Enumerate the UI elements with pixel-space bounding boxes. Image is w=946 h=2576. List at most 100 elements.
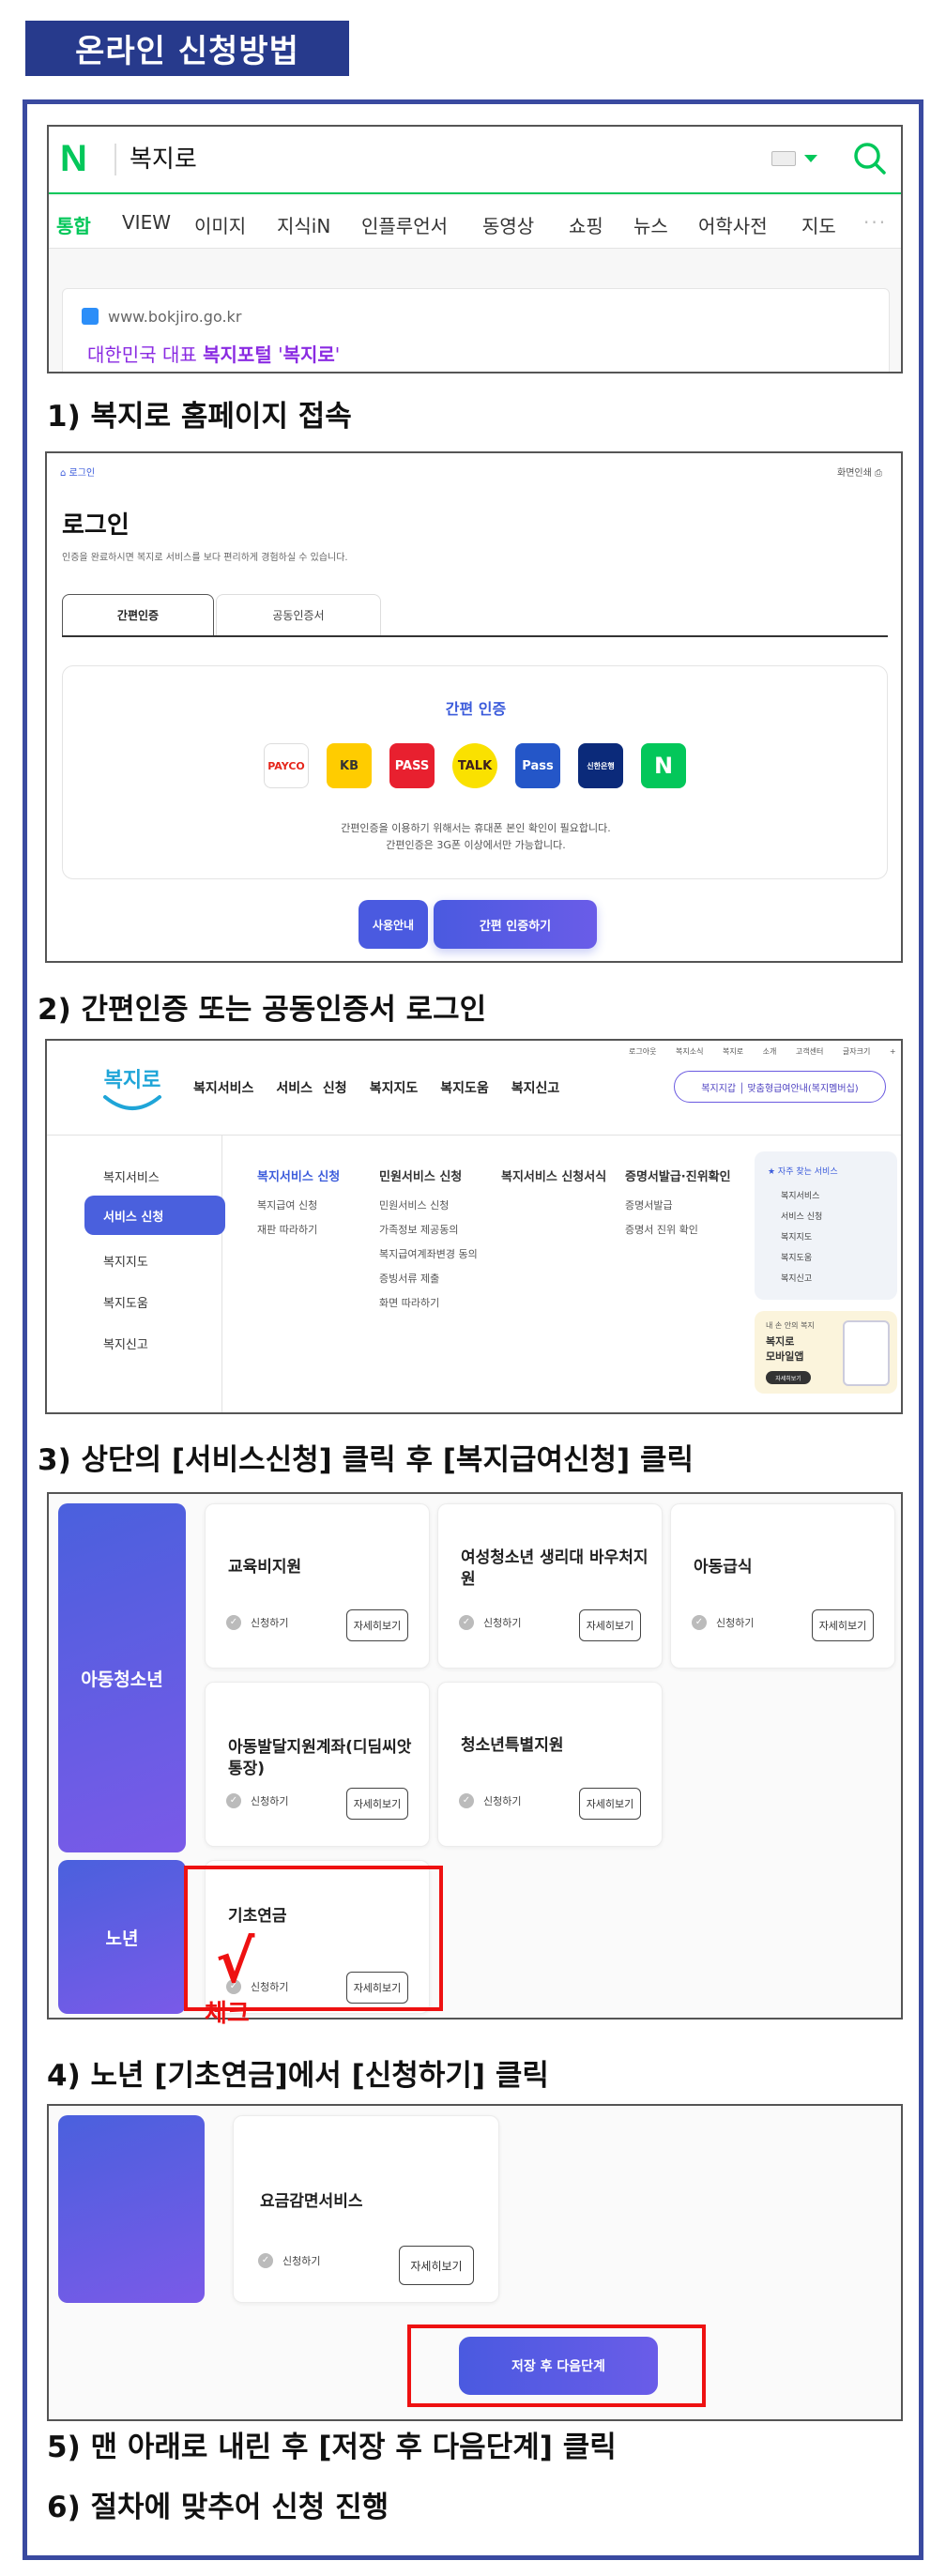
result-title-bold: 복지포털: [203, 343, 272, 366]
tab-dictionary[interactable]: 어학사전: [698, 211, 768, 238]
favorite-link[interactable]: 복지도움: [781, 1251, 812, 1263]
news-link[interactable]: 복지소식: [676, 1047, 703, 1056]
menu-welfare-benefit-apply[interactable]: 복지급여 신청: [257, 1197, 340, 1212]
login-panel: ⌂ 로그인 화면인쇄 ⎙ 로그인 인증을 완료하시면 복지로 서비스를 보다 편…: [45, 451, 903, 963]
search-input[interactable]: 복지로: [130, 140, 197, 175]
print-button[interactable]: 화면인쇄 ⎙: [837, 465, 882, 479]
font-increase-button[interactable]: +: [890, 1047, 896, 1056]
tab-image[interactable]: 이미지: [194, 211, 246, 238]
naver-logo[interactable]: N: [60, 138, 87, 180]
detail-button[interactable]: 자세히보기: [579, 1609, 641, 1641]
about-link[interactable]: 복지로 소개: [723, 1047, 776, 1056]
tab-shopping[interactable]: 쇼핑: [569, 211, 603, 238]
card-education[interactable]: 교육비지원 ✓ 신청하기 자세히보기: [205, 1503, 430, 1669]
guide-button[interactable]: 사용안내: [359, 900, 428, 949]
tab-video[interactable]: 동영상: [482, 211, 534, 238]
menu-link[interactable]: 민원서비스 신청: [379, 1197, 478, 1212]
menu-link[interactable]: 재판 따라하기: [257, 1222, 340, 1237]
side-item-service-apply[interactable]: 서비스 신청: [84, 1196, 225, 1235]
menu-link[interactable]: 증빙서류 제출: [379, 1271, 478, 1286]
side-item-map[interactable]: 복지지도: [103, 1252, 148, 1270]
menu-head[interactable]: 복지서비스 신청: [257, 1166, 340, 1184]
promo-text: 내 손 안의 복지: [766, 1321, 815, 1330]
apply-checkbox[interactable]: ✓ 신청하기: [692, 1615, 754, 1630]
tab-news[interactable]: 뉴스: [633, 211, 668, 238]
gnb-welfare-help[interactable]: 복지도움: [440, 1081, 489, 1096]
shinhan-icon[interactable]: 신한은행: [578, 743, 623, 788]
favorite-link[interactable]: 복지서비스: [781, 1189, 819, 1201]
detail-button[interactable]: 자세히보기: [399, 2246, 474, 2285]
menu-link[interactable]: 증명서발급: [625, 1197, 731, 1212]
tab-influencer[interactable]: 인플루언서: [361, 211, 448, 238]
category-elder[interactable]: 노년: [58, 1860, 186, 2014]
result-title-bold: 복지로: [282, 343, 335, 366]
bokjiro-logo[interactable]: 복지로: [98, 1063, 167, 1121]
more-icon[interactable]: ···: [863, 211, 887, 234]
detail-button[interactable]: 자세히보기: [812, 1609, 874, 1641]
card-youth-special[interactable]: 청소년특별지원 ✓ 신청하기 자세히보기: [437, 1682, 663, 1847]
detail-button[interactable]: 자세히보기: [579, 1788, 641, 1820]
wallet-pill[interactable]: 복지지갑 │ 맞춤형급여안내(복지멤버십): [674, 1071, 886, 1103]
favorite-link[interactable]: 복지지도: [781, 1230, 812, 1242]
support-link[interactable]: 고객센터: [796, 1047, 823, 1056]
keyboard-icon[interactable]: [771, 151, 796, 166]
gnb-welfare-map[interactable]: 복지지도: [370, 1081, 419, 1096]
menu-link[interactable]: 화면 따라하기: [379, 1295, 478, 1310]
apply-checkbox[interactable]: ✓ 신청하기: [459, 1793, 521, 1808]
pass-bank-icon[interactable]: Pass: [515, 743, 560, 788]
detail-button[interactable]: 자세히보기: [346, 1609, 408, 1641]
naver-auth-icon[interactable]: N: [641, 743, 686, 788]
step-2-label: 2) 간편인증 또는 공동인증서 로그인: [38, 993, 487, 1027]
menu-head[interactable]: 증명서발급·진위확인: [625, 1166, 731, 1184]
kakaotalk-icon[interactable]: TALK: [452, 743, 497, 788]
breadcrumb-label: 로그인: [69, 468, 96, 479]
search-result-card[interactable]: www.bokjiro.go.kr 대한민국 대표 복지포털 '복지로': [62, 288, 890, 372]
menu-head[interactable]: 민원서비스 신청: [379, 1166, 478, 1184]
promo-more-button[interactable]: 자세히보기: [766, 1371, 811, 1384]
apply-checkbox[interactable]: ✓ 신청하기: [226, 1793, 288, 1808]
detail-button[interactable]: 자세히보기: [346, 1788, 408, 1820]
breadcrumb[interactable]: ⌂ 로그인: [60, 465, 95, 479]
pass-icon[interactable]: PASS: [389, 743, 435, 788]
payco-icon[interactable]: PAYCO: [264, 743, 309, 788]
tab-kin[interactable]: 지식iN: [277, 211, 330, 238]
gnb-welfare-service[interactable]: 복지서비스: [193, 1081, 253, 1096]
category-cards-panel: 아동청소년 노년 교육비지원 ✓ 신청하기 자세히보기 여성청소년 생리대 바우처…: [47, 1492, 903, 2020]
logout-link[interactable]: 로그아웃: [629, 1047, 656, 1056]
favorite-link[interactable]: 복지신고: [781, 1272, 812, 1284]
card-meals[interactable]: 아동급식 ✓ 신청하기 자세히보기: [670, 1503, 895, 1669]
menu-link[interactable]: 증명서 진위 확인: [625, 1222, 731, 1237]
phone-image: [843, 1320, 890, 1386]
menu-head[interactable]: 복지서비스 신청서식: [501, 1166, 606, 1184]
card-sanitary[interactable]: 여성청소년 생리대 바우처지원 ✓ 신청하기 자세히보기: [437, 1503, 663, 1669]
side-item-welfare[interactable]: 복지서비스: [103, 1167, 160, 1185]
apply-checkbox[interactable]: ✓ 신청하기: [258, 2253, 320, 2268]
menu-link[interactable]: 복지급여계좌변경 동의: [379, 1246, 478, 1261]
apply-checkbox[interactable]: ✓ 신청하기: [226, 1615, 288, 1630]
card-fee-reduction[interactable]: 요금감면서비스 ✓ 신청하기 자세히보기: [233, 2115, 499, 2303]
tab-integrated[interactable]: 통합: [56, 211, 91, 238]
side-item-report[interactable]: 복지신고: [103, 1334, 148, 1352]
mobile-app-promo[interactable]: 내 손 안의 복지 복지로 모바일앱 자세히보기: [755, 1311, 897, 1394]
apply-checkbox[interactable]: ✓ 신청하기: [459, 1615, 521, 1630]
auth-note-2: 간편인증은 3G폰 이상에서만 가능합니다.: [386, 839, 566, 851]
tab-view[interactable]: VIEW: [122, 211, 171, 234]
card-didim[interactable]: 아동발달지원계좌(디딤씨앗통장) ✓ 신청하기 자세히보기: [205, 1682, 430, 1847]
result-title[interactable]: 대한민국 대표 복지포털 '복지로': [87, 340, 340, 367]
menu-link[interactable]: 가족정보 제공동의: [379, 1222, 478, 1237]
side-nav: 복지서비스 서비스 신청 복지지도 복지도움 복지신고: [47, 1136, 225, 1412]
gnb-welfare-report[interactable]: 복지신고: [511, 1081, 560, 1096]
chevron-down-icon[interactable]: [804, 155, 817, 162]
check-icon: ✓: [459, 1615, 474, 1630]
tab-simple-auth[interactable]: 간편인증: [62, 594, 214, 635]
simple-auth-button[interactable]: 간편 인증하기: [434, 900, 597, 949]
side-item-help[interactable]: 복지도움: [103, 1293, 148, 1311]
search-icon[interactable]: [851, 140, 889, 177]
tab-map[interactable]: 지도: [801, 211, 836, 238]
favorite-link[interactable]: 서비스 신청: [781, 1210, 822, 1222]
tab-certificate[interactable]: 공동인증서: [216, 594, 381, 635]
kb-icon[interactable]: KB: [327, 743, 372, 788]
print-label: 화면인쇄: [837, 468, 872, 479]
category-youth[interactable]: 아동청소년: [58, 1503, 186, 1852]
gnb-service-apply[interactable]: 서비스 신청: [276, 1081, 346, 1096]
